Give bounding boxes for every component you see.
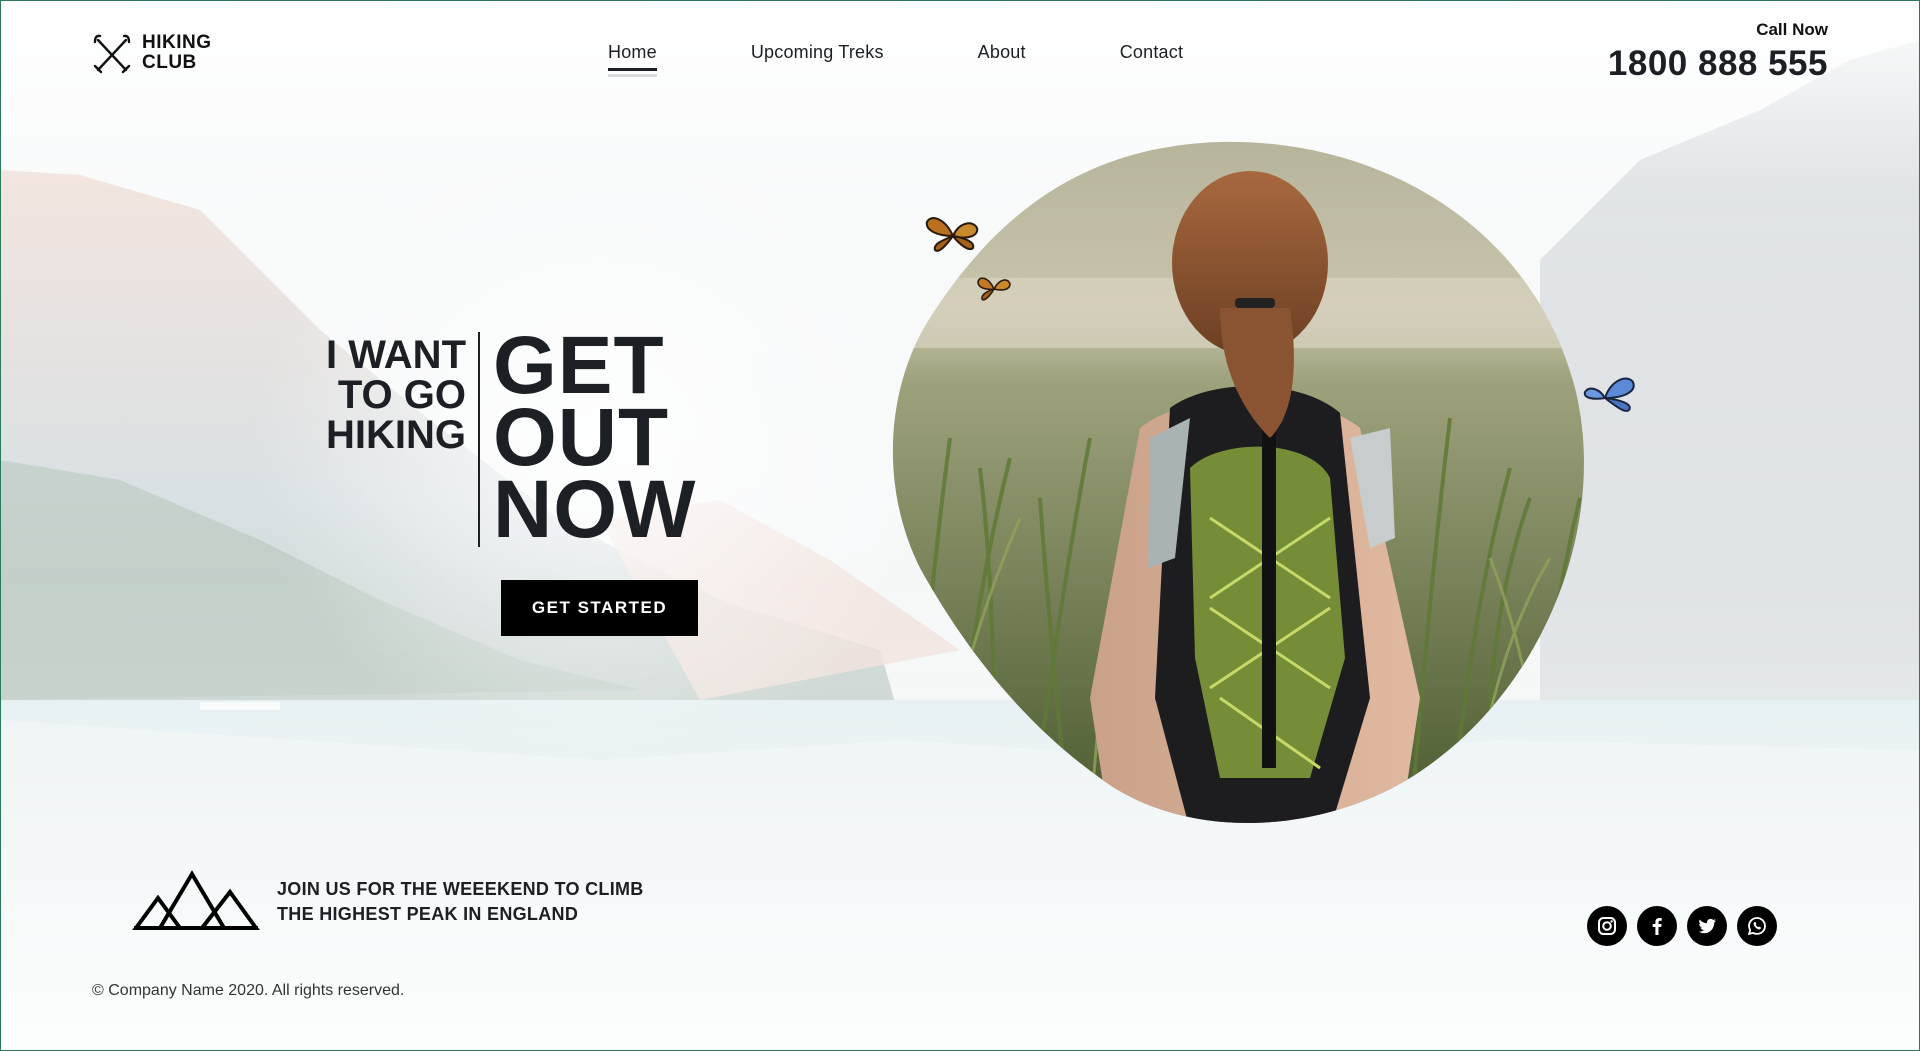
hero-heading: GET OUT NOW <box>493 325 697 555</box>
social-links <box>1587 906 1777 946</box>
hero-big-line-3: NOW <box>493 464 697 555</box>
mountains-icon <box>132 870 260 930</box>
whatsapp-icon <box>1747 917 1766 936</box>
nav-item-upcoming-treks[interactable]: Upcoming Treks <box>743 40 892 71</box>
hero-subheading: I WANT TO GO HIKING <box>270 335 466 455</box>
hero-divider <box>478 332 480 547</box>
instagram-icon <box>1598 917 1616 935</box>
tagline-line-2: THE HIGHEST PEAK IN ENGLAND <box>277 904 579 924</box>
twitter-button[interactable] <box>1687 906 1727 946</box>
whatsapp-button[interactable] <box>1737 906 1777 946</box>
butterfly-small-icon <box>977 277 1011 301</box>
brand-line-2: CLUB <box>142 52 197 73</box>
instagram-button[interactable] <box>1587 906 1627 946</box>
hero-small-line-1: I WANT <box>326 333 466 377</box>
phone-number-link[interactable]: 1800 888 555 <box>1608 44 1828 84</box>
call-block: Call Now 1800 888 555 <box>1608 20 1828 84</box>
facebook-icon <box>1652 918 1662 935</box>
hero-small-line-2: TO GO <box>337 373 466 417</box>
hiker-photo <box>890 138 1590 830</box>
butterfly-icon <box>925 217 979 252</box>
nav-item-contact[interactable]: Contact <box>1112 40 1191 71</box>
nav-item-home[interactable]: Home <box>600 40 665 77</box>
blue-butterfly-icon <box>1583 377 1635 412</box>
tagline-line-1: JOIN US FOR THE WEEEKEND TO CLIMB <box>277 879 644 899</box>
main-nav: Home Upcoming Treks About Contact <box>600 40 1269 77</box>
tagline: JOIN US FOR THE WEEEKEND TO CLIMB THE HI… <box>277 877 644 927</box>
brand-logo[interactable]: HIKING CLUB <box>92 32 212 74</box>
crossed-trekking-poles-icon <box>93 34 131 74</box>
get-started-button[interactable]: GET STARTED <box>501 580 698 636</box>
brand-name: HIKING CLUB <box>142 33 212 73</box>
facebook-button[interactable] <box>1637 906 1677 946</box>
call-label: Call Now <box>1756 20 1828 39</box>
copyright-text: © Company Name 2020. All rights reserved… <box>92 982 405 999</box>
nav-item-about[interactable]: About <box>970 40 1034 71</box>
brand-line-1: HIKING <box>142 32 212 53</box>
twitter-icon <box>1698 918 1716 934</box>
hero-small-line-3: HIKING <box>326 413 466 457</box>
